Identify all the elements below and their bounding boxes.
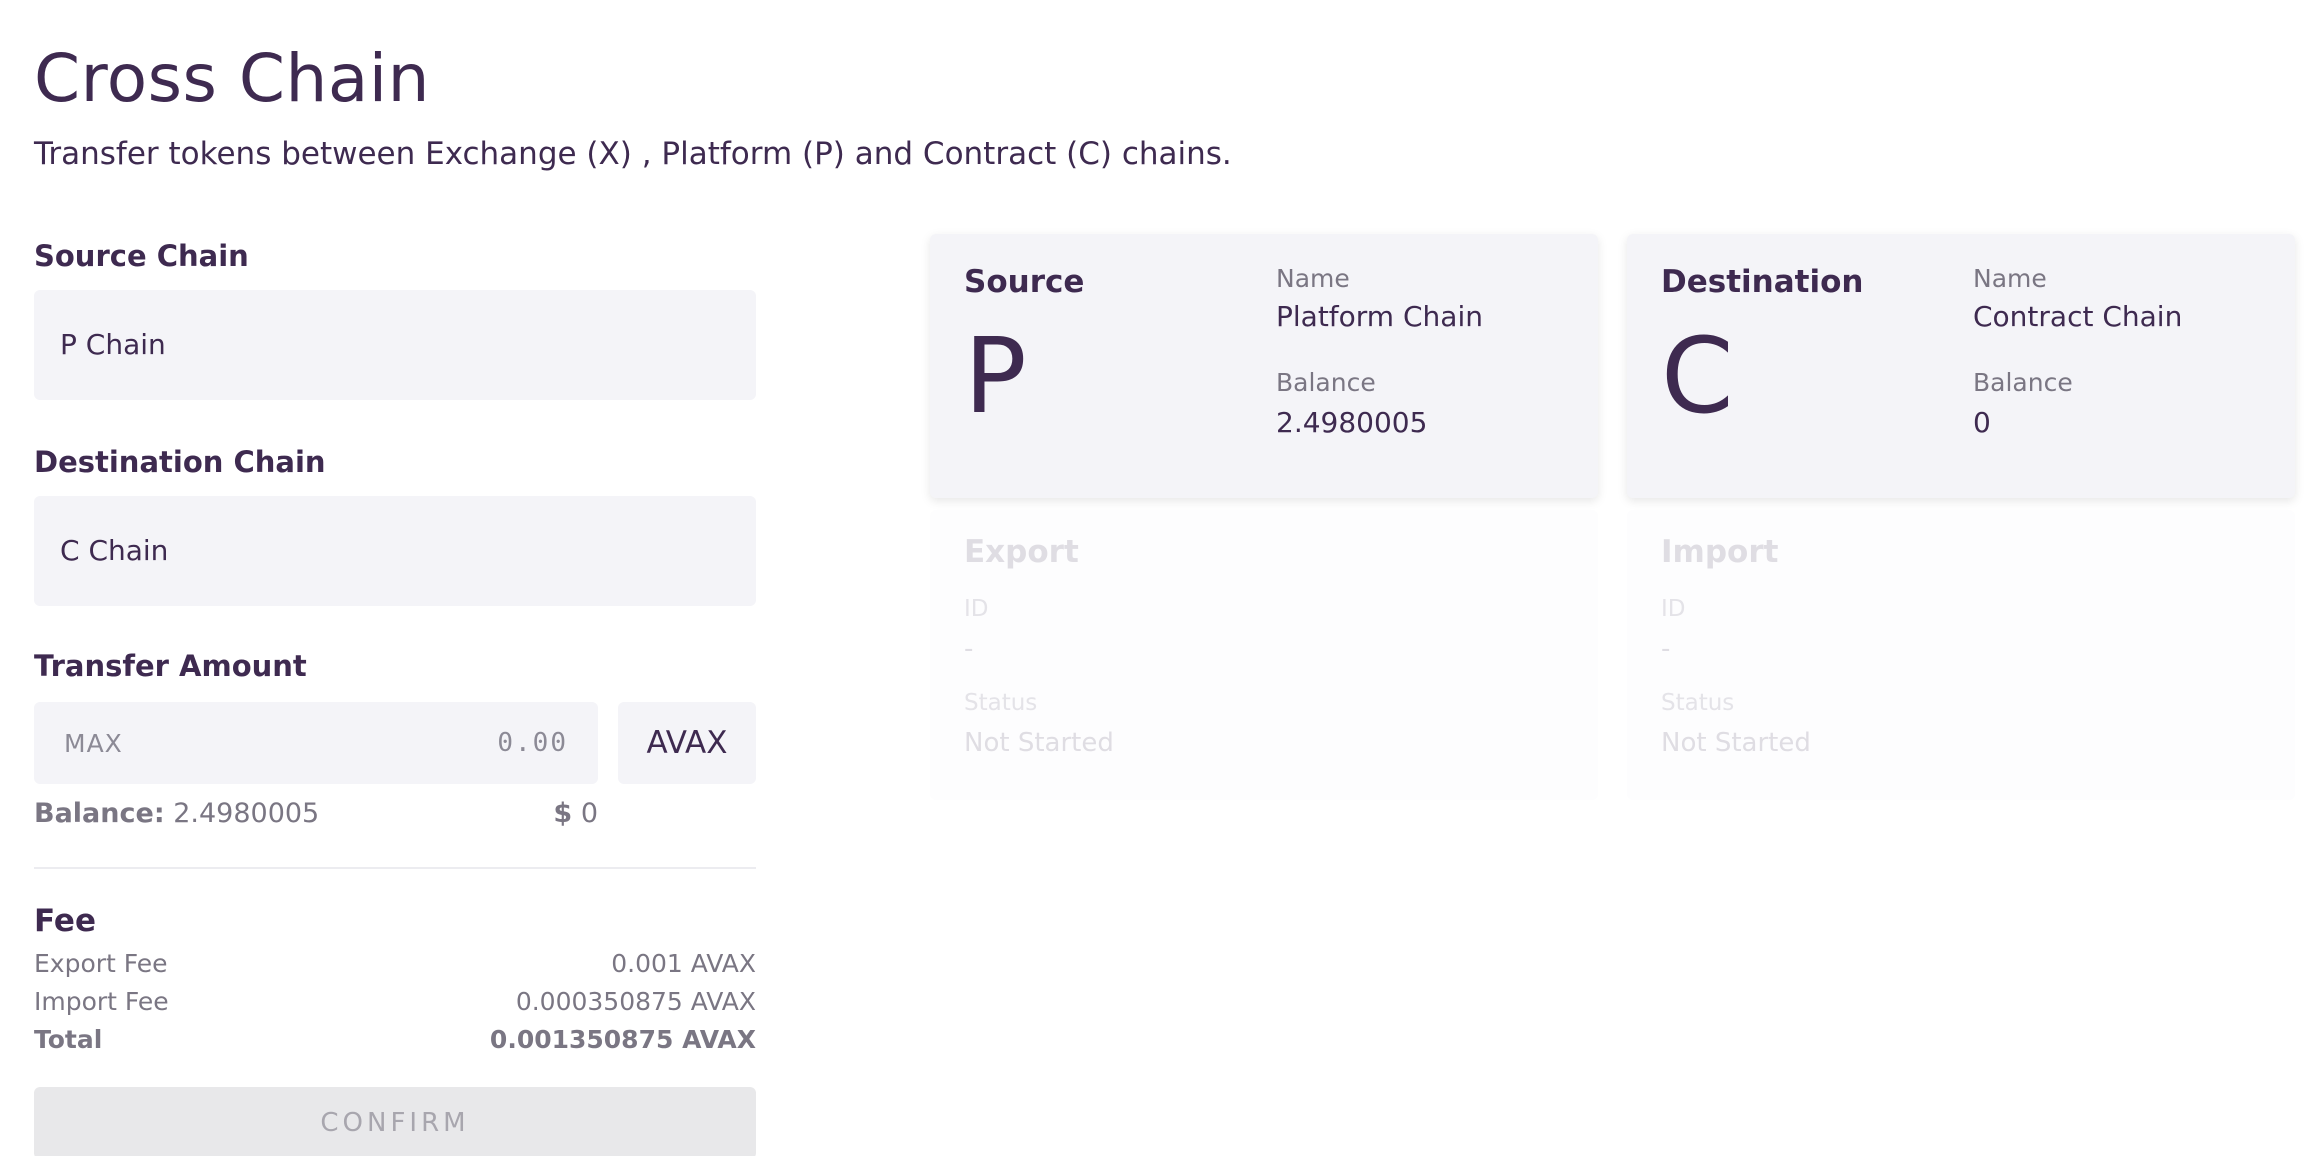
- balance-text: Balance: 2.4980005: [34, 798, 319, 829]
- divider: [34, 867, 756, 869]
- fee-row-import: Import Fee 0.000350875 AVAX: [34, 987, 756, 1017]
- fee-value: 0.001 AVAX: [611, 949, 756, 978]
- confirm-button[interactable]: CONFIRM: [34, 1087, 756, 1156]
- export-title: Export: [964, 534, 1079, 570]
- export-status-label: Status: [964, 690, 1038, 716]
- fee-row-total: Total 0.001350875 AVAX: [34, 1025, 756, 1055]
- amount-input[interactable]: MAX 0.00: [34, 702, 598, 784]
- source-chain-select[interactable]: P Chain: [34, 290, 756, 400]
- destination-chain-letter: C: [1661, 315, 1734, 437]
- fee-value: 0.001350875 AVAX: [489, 1025, 756, 1054]
- transfer-form: Source Chain P Chain Destination Chain C…: [34, 238, 756, 1156]
- dollar-symbol: $: [553, 798, 573, 829]
- import-title: Import: [1661, 534, 1779, 570]
- fee-label: Export Fee: [34, 949, 168, 978]
- destination-chain-select[interactable]: C Chain: [34, 496, 756, 606]
- source-chain-letter: P: [964, 315, 1027, 437]
- fee-row-export: Export Fee 0.001 AVAX: [34, 949, 756, 979]
- export-id-label: ID: [964, 596, 989, 622]
- import-status-card: Import ID - Status Not Started: [1627, 510, 2295, 800]
- fee-title: Fee: [34, 903, 96, 939]
- source-balance-label: Balance: [1276, 368, 1376, 397]
- usd-value: $ 0: [553, 798, 598, 829]
- export-id-value: -: [964, 634, 974, 664]
- destination-balance-value: 0: [1973, 406, 1991, 439]
- export-status-value: Not Started: [964, 728, 1114, 758]
- fee-label: Total: [34, 1025, 103, 1054]
- balance-row: Balance: 2.4980005 $ 0: [34, 798, 598, 829]
- usd-amount: 0: [580, 798, 598, 829]
- fee-label: Import Fee: [34, 987, 169, 1016]
- amount-row: MAX 0.00 AVAX: [34, 702, 756, 784]
- import-status-value: Not Started: [1661, 728, 1811, 758]
- balance-value: 2.4980005: [173, 798, 320, 829]
- max-button[interactable]: MAX: [64, 729, 123, 758]
- transfer-amount-label: Transfer Amount: [34, 649, 307, 683]
- source-card: Source P Name Platform Chain Balance 2.4…: [930, 234, 1598, 498]
- balance-label: Balance:: [34, 798, 165, 829]
- source-name-label: Name: [1276, 264, 1350, 293]
- amount-value[interactable]: 0.00: [497, 728, 568, 758]
- page-subtitle: Transfer tokens between Exchange (X) , P…: [34, 136, 1232, 172]
- destination-balance-label: Balance: [1973, 368, 2073, 397]
- fee-value: 0.000350875 AVAX: [515, 987, 756, 1016]
- source-card-title: Source: [964, 264, 1085, 300]
- import-status-label: Status: [1661, 690, 1735, 716]
- destination-name-value: Contract Chain: [1973, 300, 2183, 333]
- destination-card: Destination C Name Contract Chain Balanc…: [1627, 234, 2295, 498]
- currency-selector[interactable]: AVAX: [618, 702, 756, 784]
- import-id-label: ID: [1661, 596, 1686, 622]
- import-id-value: -: [1661, 634, 1671, 664]
- export-status-card: Export ID - Status Not Started: [930, 510, 1598, 800]
- source-name-value: Platform Chain: [1276, 300, 1483, 333]
- destination-name-label: Name: [1973, 264, 2047, 293]
- destination-card-title: Destination: [1661, 264, 1864, 300]
- page-title: Cross Chain: [34, 40, 430, 117]
- source-chain-label: Source Chain: [34, 239, 249, 273]
- destination-chain-label: Destination Chain: [34, 445, 326, 479]
- source-balance-value: 2.4980005: [1276, 406, 1428, 439]
